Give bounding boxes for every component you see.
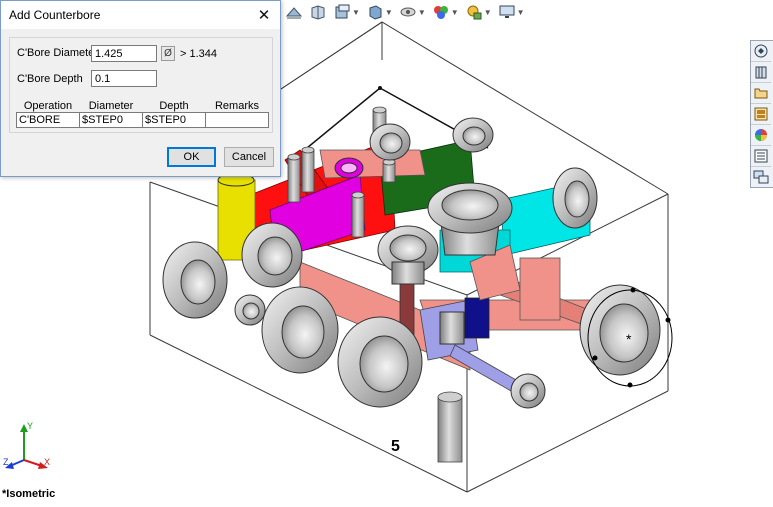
chevron-down-icon[interactable]: ▼ <box>517 8 525 17</box>
chevron-down-icon[interactable]: ▼ <box>352 8 360 17</box>
monitor-icon[interactable] <box>496 2 518 22</box>
chevron-down-icon[interactable]: ▼ <box>484 8 492 17</box>
diameter-select-button[interactable]: Ø <box>161 46 175 61</box>
add-counterbore-dialog: Add Counterbore ✕ C'Bore Diameter Ø > 1.… <box>0 0 281 177</box>
ok-button[interactable]: OK <box>167 147 216 167</box>
chevron-down-icon[interactable]: ▼ <box>418 8 426 17</box>
column-header-depth: Depth <box>159 100 189 112</box>
file-explorer-icon[interactable] <box>751 83 771 104</box>
dialog-title: Add Counterbore <box>9 8 101 22</box>
cbore-depth-input[interactable] <box>91 70 157 87</box>
display-style-icon[interactable] <box>331 2 353 22</box>
coordinate-triad: Y X Z <box>2 420 58 475</box>
triad-z-label: Z <box>3 457 9 467</box>
solidworks-resources-icon[interactable] <box>751 41 771 62</box>
custom-properties-icon[interactable] <box>751 146 771 167</box>
view-orientation-icon[interactable] <box>307 2 329 22</box>
section-view-icon[interactable] <box>283 2 305 22</box>
operations-table: Operation Diameter Depth Remarks C'BORE … <box>16 100 269 128</box>
cell-depth[interactable]: $STEP0 <box>142 112 206 128</box>
view-palette-icon[interactable] <box>751 104 771 125</box>
min-diameter-hint: > 1.344 <box>180 48 218 60</box>
design-library-icon[interactable] <box>751 62 771 83</box>
view-settings-icon[interactable] <box>463 2 485 22</box>
apply-scene-icon[interactable] <box>430 2 452 22</box>
view-orientation-label: *Isometric <box>2 488 56 500</box>
cancel-button[interactable]: Cancel <box>224 147 274 167</box>
chevron-down-icon[interactable]: ▼ <box>385 8 393 17</box>
close-icon[interactable]: ✕ <box>256 6 272 24</box>
cbore-depth-label: C'Bore Depth <box>17 73 83 85</box>
cbore-diameter-label: C'Bore Diameter <box>17 47 98 59</box>
cbore-diameter-input[interactable] <box>91 45 157 62</box>
hide-show-icon[interactable] <box>364 2 386 22</box>
cell-operation[interactable]: C'BORE <box>16 112 80 128</box>
task-pane-tabs <box>750 40 773 188</box>
edit-appearance-icon[interactable] <box>397 2 419 22</box>
triad-y-label: Y <box>27 421 33 431</box>
column-header-remarks: Remarks <box>214 100 259 112</box>
appearances-icon[interactable] <box>751 125 771 146</box>
forum-icon[interactable] <box>751 167 771 187</box>
dialog-titlebar[interactable]: Add Counterbore ✕ <box>1 1 280 29</box>
triad-x-label: X <box>44 457 50 467</box>
column-header-diameter: Diameter <box>88 100 134 112</box>
chevron-down-icon[interactable]: ▼ <box>451 8 459 17</box>
table-row: C'BORE $STEP0 $STEP0 <box>16 112 269 128</box>
cell-remarks[interactable] <box>205 112 269 128</box>
column-header-operation: Operation <box>23 100 73 112</box>
table-header-row: Operation Diameter Depth Remarks <box>17 100 269 113</box>
cell-diameter[interactable]: $STEP0 <box>79 112 143 128</box>
port-marker: * <box>626 331 632 347</box>
heads-up-view-toolbar: ▼ ▼ ▼ ▼ ▼ ▼ <box>283 0 527 24</box>
port-number-label: 5 <box>391 438 400 455</box>
